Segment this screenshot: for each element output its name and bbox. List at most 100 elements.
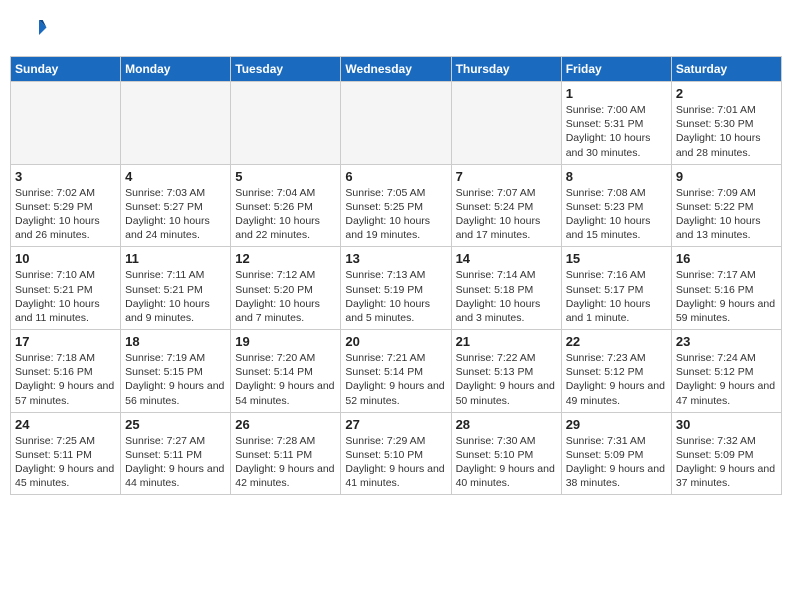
day-info: Sunrise: 7:28 AMSunset: 5:11 PMDaylight:… bbox=[235, 434, 336, 491]
day-number: 18 bbox=[125, 334, 226, 349]
day-info: Sunrise: 7:18 AMSunset: 5:16 PMDaylight:… bbox=[15, 351, 116, 408]
day-number: 26 bbox=[235, 417, 336, 432]
day-info: Sunrise: 7:31 AMSunset: 5:09 PMDaylight:… bbox=[566, 434, 667, 491]
calendar-cell: 8 Sunrise: 7:08 AMSunset: 5:23 PMDaylight… bbox=[561, 164, 671, 247]
day-number: 22 bbox=[566, 334, 667, 349]
calendar-cell: 18 Sunrise: 7:19 AMSunset: 5:15 PMDayligh… bbox=[121, 330, 231, 413]
calendar-cell: 24Sunrise: 7:25 AMSunset: 5:11 PMDayligh… bbox=[11, 412, 121, 495]
day-info: Sunrise: 7:14 AMSunset: 5:18 PMDaylight:… bbox=[456, 268, 557, 325]
day-number: 27 bbox=[345, 417, 446, 432]
calendar-cell: 19 Sunrise: 7:20 AMSunset: 5:14 PMDayligh… bbox=[231, 330, 341, 413]
day-info: Sunrise: 7:32 AMSunset: 5:09 PMDaylight:… bbox=[676, 434, 777, 491]
day-info: Sunrise: 7:10 AMSunset: 5:21 PMDaylight:… bbox=[15, 268, 116, 325]
calendar-cell: 25 Sunrise: 7:27 AMSunset: 5:11 PMDayligh… bbox=[121, 412, 231, 495]
day-info: Sunrise: 7:03 AMSunset: 5:27 PMDaylight:… bbox=[125, 186, 226, 243]
day-number: 3 bbox=[15, 169, 116, 184]
calendar-header-monday: Monday bbox=[121, 57, 231, 82]
day-info: Sunrise: 7:21 AMSunset: 5:14 PMDaylight:… bbox=[345, 351, 446, 408]
day-number: 19 bbox=[235, 334, 336, 349]
day-number: 12 bbox=[235, 251, 336, 266]
day-number: 15 bbox=[566, 251, 667, 266]
calendar-cell: 29 Sunrise: 7:31 AMSunset: 5:09 PMDayligh… bbox=[561, 412, 671, 495]
calendar-cell: 27 Sunrise: 7:29 AMSunset: 5:10 PMDayligh… bbox=[341, 412, 451, 495]
day-info: Sunrise: 7:02 AMSunset: 5:29 PMDaylight:… bbox=[15, 186, 116, 243]
calendar-cell: 6 Sunrise: 7:05 AMSunset: 5:25 PMDaylight… bbox=[341, 164, 451, 247]
day-number: 17 bbox=[15, 334, 116, 349]
day-info: Sunrise: 7:00 AMSunset: 5:31 PMDaylight:… bbox=[566, 103, 667, 160]
day-info: Sunrise: 7:16 AMSunset: 5:17 PMDaylight:… bbox=[566, 268, 667, 325]
calendar-cell: 12 Sunrise: 7:12 AMSunset: 5:20 PMDayligh… bbox=[231, 247, 341, 330]
calendar-cell: 2 Sunrise: 7:01 AMSunset: 5:30 PMDaylight… bbox=[671, 82, 781, 165]
calendar-cell: 30 Sunrise: 7:32 AMSunset: 5:09 PMDayligh… bbox=[671, 412, 781, 495]
day-number: 21 bbox=[456, 334, 557, 349]
calendar-cell: 13 Sunrise: 7:13 AMSunset: 5:19 PMDayligh… bbox=[341, 247, 451, 330]
day-number: 10 bbox=[15, 251, 116, 266]
calendar-cell bbox=[341, 82, 451, 165]
calendar-cell: 5 Sunrise: 7:04 AMSunset: 5:26 PMDaylight… bbox=[231, 164, 341, 247]
calendar-cell: 14 Sunrise: 7:14 AMSunset: 5:18 PMDayligh… bbox=[451, 247, 561, 330]
calendar-cell: 7 Sunrise: 7:07 AMSunset: 5:24 PMDaylight… bbox=[451, 164, 561, 247]
calendar-cell: 4 Sunrise: 7:03 AMSunset: 5:27 PMDaylight… bbox=[121, 164, 231, 247]
day-info: Sunrise: 7:29 AMSunset: 5:10 PMDaylight:… bbox=[345, 434, 446, 491]
day-number: 11 bbox=[125, 251, 226, 266]
day-number: 8 bbox=[566, 169, 667, 184]
day-info: Sunrise: 7:07 AMSunset: 5:24 PMDaylight:… bbox=[456, 186, 557, 243]
day-number: 29 bbox=[566, 417, 667, 432]
day-info: Sunrise: 7:05 AMSunset: 5:25 PMDaylight:… bbox=[345, 186, 446, 243]
day-number: 4 bbox=[125, 169, 226, 184]
calendar-header-thursday: Thursday bbox=[451, 57, 561, 82]
day-info: Sunrise: 7:22 AMSunset: 5:13 PMDaylight:… bbox=[456, 351, 557, 408]
calendar-header-saturday: Saturday bbox=[671, 57, 781, 82]
calendar-cell bbox=[451, 82, 561, 165]
day-number: 6 bbox=[345, 169, 446, 184]
logo-icon bbox=[18, 14, 48, 44]
calendar-cell: 11 Sunrise: 7:11 AMSunset: 5:21 PMDayligh… bbox=[121, 247, 231, 330]
day-number: 24 bbox=[15, 417, 116, 432]
day-info: Sunrise: 7:20 AMSunset: 5:14 PMDaylight:… bbox=[235, 351, 336, 408]
day-number: 25 bbox=[125, 417, 226, 432]
calendar-header-friday: Friday bbox=[561, 57, 671, 82]
calendar-header-wednesday: Wednesday bbox=[341, 57, 451, 82]
day-number: 5 bbox=[235, 169, 336, 184]
calendar-cell: 26 Sunrise: 7:28 AMSunset: 5:11 PMDayligh… bbox=[231, 412, 341, 495]
logo bbox=[18, 14, 50, 44]
calendar-cell: 21 Sunrise: 7:22 AMSunset: 5:13 PMDayligh… bbox=[451, 330, 561, 413]
calendar-week-5: 24Sunrise: 7:25 AMSunset: 5:11 PMDayligh… bbox=[11, 412, 782, 495]
calendar-header-tuesday: Tuesday bbox=[231, 57, 341, 82]
calendar-cell: 16 Sunrise: 7:17 AMSunset: 5:16 PMDayligh… bbox=[671, 247, 781, 330]
day-number: 1 bbox=[566, 86, 667, 101]
day-number: 7 bbox=[456, 169, 557, 184]
calendar-cell: 3 Sunrise: 7:02 AMSunset: 5:29 PMDaylight… bbox=[11, 164, 121, 247]
day-number: 14 bbox=[456, 251, 557, 266]
day-info: Sunrise: 7:04 AMSunset: 5:26 PMDaylight:… bbox=[235, 186, 336, 243]
day-info: Sunrise: 7:11 AMSunset: 5:21 PMDaylight:… bbox=[125, 268, 226, 325]
day-info: Sunrise: 7:23 AMSunset: 5:12 PMDaylight:… bbox=[566, 351, 667, 408]
day-number: 23 bbox=[676, 334, 777, 349]
day-number: 16 bbox=[676, 251, 777, 266]
calendar-table: SundayMondayTuesdayWednesdayThursdayFrid… bbox=[10, 56, 782, 495]
calendar-cell: 17 Sunrise: 7:18 AMSunset: 5:16 PMDayligh… bbox=[11, 330, 121, 413]
day-info: Sunrise: 7:27 AMSunset: 5:11 PMDaylight:… bbox=[125, 434, 226, 491]
day-info: Sunrise: 7:01 AMSunset: 5:30 PMDaylight:… bbox=[676, 103, 777, 160]
calendar-cell: 10 Sunrise: 7:10 AMSunset: 5:21 PMDayligh… bbox=[11, 247, 121, 330]
calendar-header-sunday: Sunday bbox=[11, 57, 121, 82]
day-info: Sunrise: 7:13 AMSunset: 5:19 PMDaylight:… bbox=[345, 268, 446, 325]
day-number: 30 bbox=[676, 417, 777, 432]
calendar-cell: 1 Sunrise: 7:00 AMSunset: 5:31 PMDaylight… bbox=[561, 82, 671, 165]
day-info: Sunrise: 7:17 AMSunset: 5:16 PMDaylight:… bbox=[676, 268, 777, 325]
day-number: 13 bbox=[345, 251, 446, 266]
calendar-cell bbox=[121, 82, 231, 165]
day-number: 2 bbox=[676, 86, 777, 101]
day-info: Sunrise: 7:12 AMSunset: 5:20 PMDaylight:… bbox=[235, 268, 336, 325]
day-info: Sunrise: 7:30 AMSunset: 5:10 PMDaylight:… bbox=[456, 434, 557, 491]
day-info: Sunrise: 7:09 AMSunset: 5:22 PMDaylight:… bbox=[676, 186, 777, 243]
calendar-week-2: 3 Sunrise: 7:02 AMSunset: 5:29 PMDaylight… bbox=[11, 164, 782, 247]
calendar-cell: 15 Sunrise: 7:16 AMSunset: 5:17 PMDayligh… bbox=[561, 247, 671, 330]
day-info: Sunrise: 7:19 AMSunset: 5:15 PMDaylight:… bbox=[125, 351, 226, 408]
calendar-cell: 9 Sunrise: 7:09 AMSunset: 5:22 PMDaylight… bbox=[671, 164, 781, 247]
day-info: Sunrise: 7:08 AMSunset: 5:23 PMDaylight:… bbox=[566, 186, 667, 243]
calendar-header-row: SundayMondayTuesdayWednesdayThursdayFrid… bbox=[11, 57, 782, 82]
calendar-week-3: 10 Sunrise: 7:10 AMSunset: 5:21 PMDayligh… bbox=[11, 247, 782, 330]
day-number: 9 bbox=[676, 169, 777, 184]
calendar-week-1: 1 Sunrise: 7:00 AMSunset: 5:31 PMDaylight… bbox=[11, 82, 782, 165]
